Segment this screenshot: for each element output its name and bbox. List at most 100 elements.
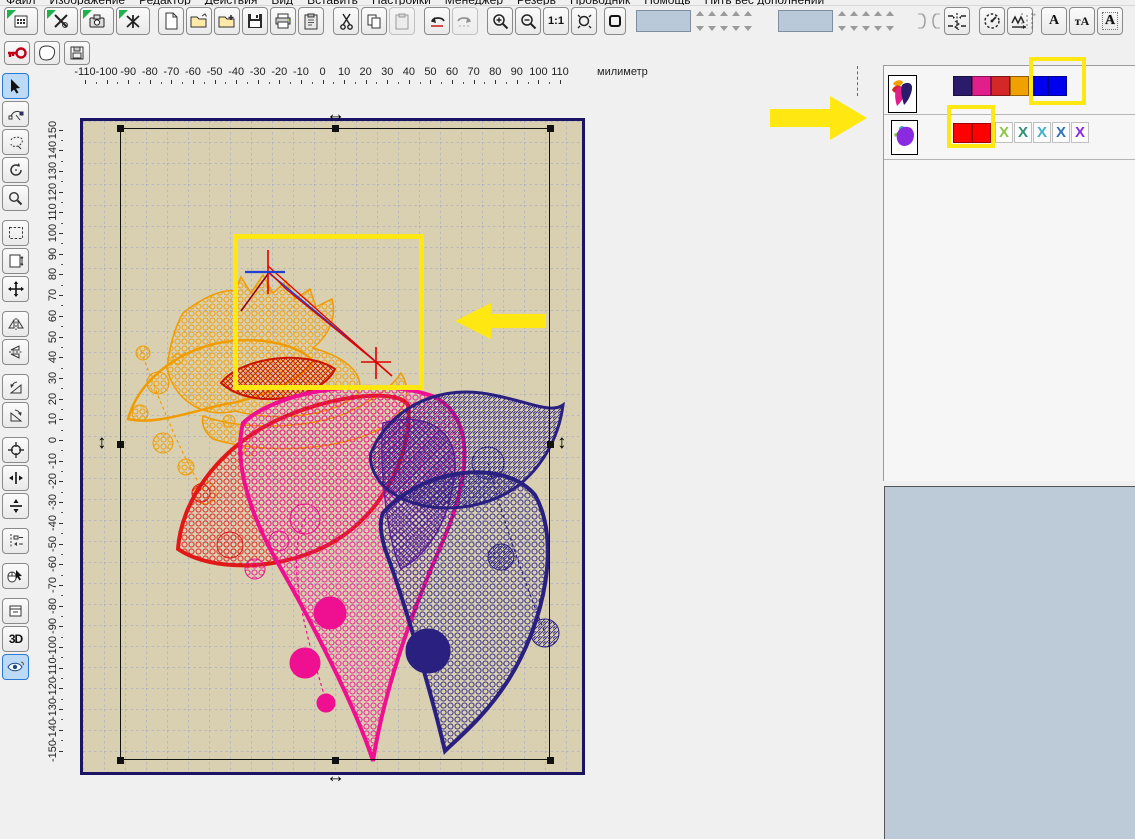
zoom-select-button[interactable] xyxy=(571,7,597,35)
selection-handle-sw[interactable] xyxy=(117,757,124,764)
h-ruler-minor-tick xyxy=(506,82,507,84)
center-vertical-button[interactable] xyxy=(2,493,29,519)
h-ruler-minor-tick xyxy=(527,82,529,84)
speed-gauge-button[interactable] xyxy=(979,7,1005,35)
mouse-mode-button[interactable] xyxy=(2,563,29,589)
v-ruler-tick xyxy=(59,626,63,628)
zoom-tool-button[interactable] xyxy=(2,185,29,211)
menu-item[interactable]: Менеджер xyxy=(445,0,503,5)
spinner-cluster-2[interactable] xyxy=(838,11,910,31)
design-row-1[interactable] xyxy=(884,66,1135,115)
hoop-shape-button[interactable] xyxy=(34,41,60,65)
edit-nodes-tool-button[interactable] xyxy=(2,101,29,127)
removed-color-x-button[interactable]: X xyxy=(1071,122,1089,143)
monogram-button[interactable]: A xyxy=(1097,7,1123,35)
move-tool-button[interactable] xyxy=(2,276,29,302)
selection-handle-n[interactable] xyxy=(332,125,339,132)
param-field-2[interactable] xyxy=(778,10,833,32)
color-swatch[interactable] xyxy=(991,76,1010,96)
zoom-1to1-button[interactable]: 1:1 xyxy=(543,7,569,35)
menu-item[interactable]: Настройки xyxy=(372,0,431,5)
param-field-1[interactable] xyxy=(636,10,691,32)
align-objects-button[interactable] xyxy=(2,528,29,554)
v-ruler-minor-tick xyxy=(61,284,63,286)
v-ruler-minor-tick xyxy=(61,512,63,514)
paste-document-button[interactable] xyxy=(298,7,324,35)
resize-arrow-left[interactable]: ↕ xyxy=(97,433,107,452)
design-1-preview xyxy=(892,80,913,106)
menu-item[interactable]: Резерв xyxy=(517,0,556,5)
removed-color-x-button[interactable]: X xyxy=(1014,122,1032,143)
print-button[interactable] xyxy=(270,7,296,35)
menu-item[interactable]: Вставить xyxy=(307,0,358,5)
view-3d-button[interactable]: 3D xyxy=(2,626,29,652)
design-1-thumbnail[interactable] xyxy=(888,75,917,113)
text-tool-button[interactable]: A xyxy=(1041,7,1067,35)
flip-vertical-button[interactable] xyxy=(2,339,29,365)
removed-color-x-button[interactable]: X xyxy=(995,122,1013,143)
center-horizontal-button[interactable] xyxy=(2,465,29,491)
center-design-button[interactable] xyxy=(2,437,29,463)
copy-button[interactable] xyxy=(361,7,387,35)
menu-item[interactable]: Редактор xyxy=(139,0,191,5)
selection-rectangle[interactable] xyxy=(120,128,550,760)
color-swatch[interactable] xyxy=(972,76,991,96)
removed-color-x-button[interactable]: X xyxy=(1052,122,1070,143)
stop-button[interactable] xyxy=(604,7,626,35)
open-file-button[interactable] xyxy=(186,7,212,35)
rotate-right-button[interactable] xyxy=(2,402,29,428)
zoom-ratio-label: 1:1 xyxy=(548,15,564,27)
flip-horizontal-button[interactable] xyxy=(2,311,29,337)
zoom-out-button[interactable] xyxy=(515,7,541,35)
h-ruler-tick xyxy=(473,80,475,84)
rotate-tool-button[interactable] xyxy=(2,157,29,183)
save-button[interactable] xyxy=(242,7,268,35)
select-tool-button[interactable] xyxy=(2,73,29,99)
menu-item[interactable]: Изображение xyxy=(50,0,126,5)
preview-window-button[interactable] xyxy=(2,598,29,624)
removed-color-x-button[interactable]: X xyxy=(1033,122,1051,143)
sfumato-button[interactable] xyxy=(116,7,150,35)
selection-handle-se[interactable] xyxy=(547,757,554,764)
marquee-select-tool-button[interactable] xyxy=(2,220,29,246)
merge-file-button[interactable] xyxy=(214,7,240,35)
preview-eye-button[interactable] xyxy=(2,654,29,680)
menu-item[interactable]: Нить вес дополнении xyxy=(705,0,825,5)
design-canvas[interactable]: ↔ ↔ ↕ ↕ xyxy=(80,105,585,786)
lasso-tool-button[interactable] xyxy=(2,129,29,155)
color-swatch[interactable] xyxy=(1010,76,1029,96)
v-ruler-minor-tick xyxy=(61,367,63,369)
menu-item[interactable]: Действия xyxy=(205,0,258,5)
menu-item[interactable]: Файл xyxy=(6,0,36,5)
editor-button[interactable] xyxy=(44,7,78,35)
menu-item[interactable]: Помощь xyxy=(644,0,690,5)
selection-handle-s[interactable] xyxy=(332,757,339,764)
color-swatch[interactable] xyxy=(953,76,972,96)
selection-handle-w[interactable] xyxy=(117,441,124,448)
design-2-thumbnail[interactable] xyxy=(891,120,918,155)
v-ruler-minor-tick xyxy=(61,533,63,535)
menu-item[interactable]: Проводник xyxy=(570,0,630,5)
resize-arrow-top[interactable]: ↔ xyxy=(326,105,345,124)
menu-item[interactable]: Вид xyxy=(271,0,293,5)
resize-arrow-right[interactable]: ↕ xyxy=(557,433,567,452)
rotate-left-button[interactable] xyxy=(2,374,29,400)
selection-handle-nw[interactable] xyxy=(117,125,124,132)
spinner-cluster-1[interactable] xyxy=(696,11,768,31)
studio-button[interactable] xyxy=(80,7,114,35)
cut-button[interactable] xyxy=(333,7,359,35)
zoom-in-button[interactable] xyxy=(487,7,513,35)
compress-stitches-button[interactable] xyxy=(944,7,970,35)
text-transform-button[interactable]: тA xyxy=(1069,7,1095,35)
password-lock-button[interactable] xyxy=(4,41,30,65)
design-row-2[interactable]: XXXXX xyxy=(884,115,1135,160)
selection-handle-e[interactable] xyxy=(547,441,554,448)
h-ruler-minor-tick xyxy=(290,82,292,84)
manager-button[interactable] xyxy=(4,7,38,35)
undo-button[interactable] xyxy=(424,7,450,35)
save-small-button[interactable] xyxy=(64,41,90,65)
resize-page-tool-button[interactable] xyxy=(2,248,29,274)
new-file-button[interactable] xyxy=(158,7,184,35)
resize-arrow-bottom[interactable]: ↔ xyxy=(326,767,345,786)
selection-handle-ne[interactable] xyxy=(547,125,554,132)
